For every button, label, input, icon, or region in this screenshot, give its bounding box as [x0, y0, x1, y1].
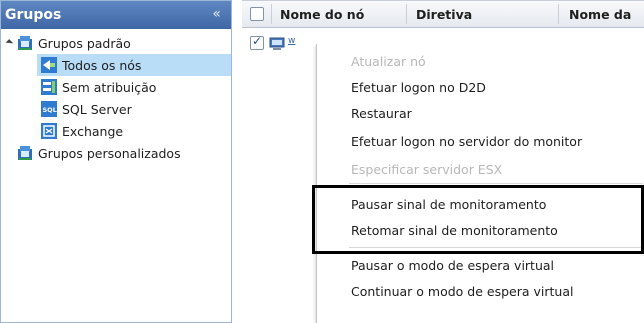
menu-item-pausar-sinal-monitoramento[interactable]: Pausar sinal de monitoramento: [351, 197, 546, 212]
column-divider: [406, 4, 407, 24]
select-all-checkbox[interactable]: [250, 7, 264, 21]
all-nodes-icon: [41, 57, 57, 73]
menu-item-atualizar-no[interactable]: Atualizar nó: [351, 54, 426, 69]
tree-item-sem-atribuicao[interactable]: Sem atribuição: [37, 76, 231, 98]
collapse-panel-icon[interactable]: «: [212, 6, 221, 22]
tree-item-sql-server[interactable]: SQL SQL Server: [37, 98, 231, 120]
computer-icon: [269, 37, 285, 50]
table-header: Nome do nó Diretiva Nome da: [242, 0, 644, 28]
column-header-diretiva[interactable]: Diretiva: [416, 7, 472, 22]
exchange-icon: [41, 123, 57, 139]
tree-item-grupos-personalizados[interactable]: Grupos personalizados: [1, 142, 231, 164]
menu-separator: [349, 183, 643, 184]
tree-item-label: Todos os nós: [62, 57, 142, 73]
column-divider: [558, 4, 559, 24]
menu-item-continuar-modo-espera-virtual[interactable]: Continuar o modo de espera virtual: [351, 284, 573, 299]
tree-item-label: SQL Server: [62, 101, 132, 117]
tree-item-label: Grupos personalizados: [38, 145, 181, 161]
column-header-nome-da[interactable]: Nome da: [569, 7, 631, 22]
node-name-link[interactable]: w: [288, 36, 295, 46]
menu-item-efetuar-logon-d2d[interactable]: Efetuar logon no D2D: [351, 80, 486, 95]
menu-item-efetuar-logon-servidor-monitor[interactable]: Efetuar logon no servidor do monitor: [351, 134, 582, 149]
groups-panel-header: Grupos «: [1, 1, 231, 29]
unassigned-icon: [41, 79, 57, 95]
svg-text:SQL: SQL: [43, 106, 57, 114]
group-folder-icon: [18, 146, 32, 160]
column-divider: [271, 4, 272, 24]
menu-item-pausar-modo-espera-virtual[interactable]: Pausar o modo de espera virtual: [351, 258, 554, 273]
context-menu: Atualizar nó Efetuar logon no D2D Restau…: [316, 44, 644, 323]
row-checkbox[interactable]: [250, 34, 264, 50]
groups-panel-title: Grupos: [5, 7, 62, 23]
tree-item-exchange[interactable]: Exchange: [37, 120, 231, 142]
tree-item-label: Exchange: [62, 123, 124, 139]
tree-item-todos-os-nos[interactable]: Todos os nós: [37, 54, 231, 76]
menu-item-restaurar[interactable]: Restaurar: [351, 106, 412, 121]
sql-server-icon: SQL: [41, 101, 57, 117]
column-header-nome-do-no[interactable]: Nome do nó: [280, 7, 364, 22]
menu-item-retomar-sinal-monitoramento[interactable]: Retomar sinal de monitoramento: [351, 223, 558, 238]
tree-expander-icon[interactable]: [5, 39, 14, 47]
tree-item-grupos-padrao[interactable]: Grupos padrão: [1, 32, 231, 54]
tree-item-label: Sem atribuição: [62, 79, 157, 95]
menu-item-especificar-servidor-esx[interactable]: Especificar servidor ESX: [351, 162, 502, 177]
group-folder-icon: [18, 36, 32, 50]
groups-panel: Grupos « Grupos padrão Todos os nós Sem …: [0, 0, 232, 323]
menu-separator: [349, 247, 643, 248]
tree-item-label: Grupos padrão: [38, 35, 131, 51]
